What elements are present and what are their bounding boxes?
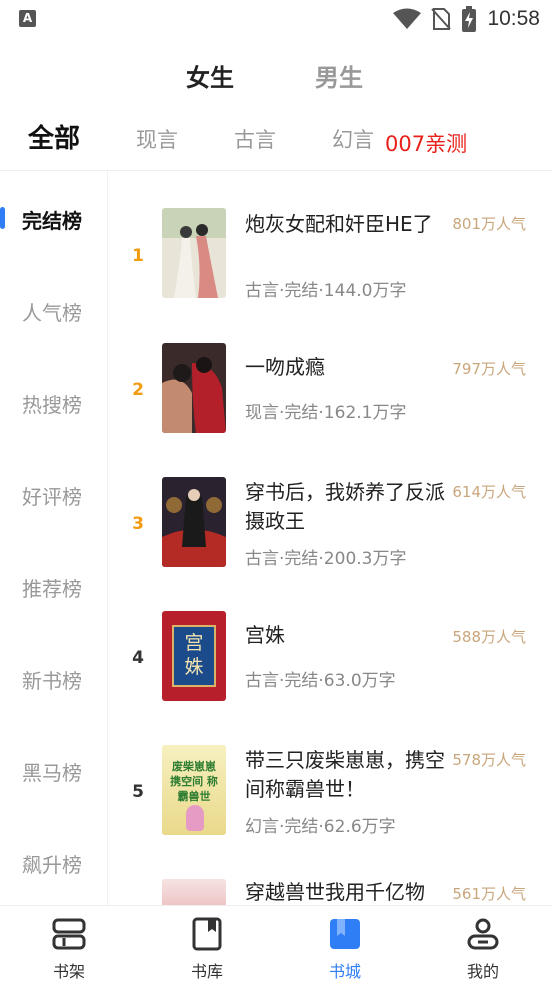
book-cover[interactable]: [162, 477, 226, 567]
tab-male[interactable]: 男生: [315, 58, 363, 93]
book-cover[interactable]: 宫姝: [162, 611, 226, 701]
book-item[interactable]: 5 废柴崽崽 携空间 称霸兽世 带三只废柴崽崽，携空间称霸兽世！ 幻言·完结·6…: [108, 736, 552, 866]
book-cover[interactable]: [162, 879, 226, 905]
book-meta: 幻言·完结·62.6万字: [245, 817, 396, 837]
sidebar-item-label: 飙升榜: [22, 853, 82, 877]
rank-number: 5: [132, 782, 144, 802]
popularity: 614万人气: [452, 483, 526, 501]
watermark-note: 007亲测: [385, 132, 468, 156]
book-title: 炮灰女配和奸臣HE了: [245, 212, 433, 236]
book-item[interactable]: 1 炮灰女配和奸臣HE了 古言·完结·144.0万字 801万人气: [108, 200, 552, 330]
book-title: 带三只废柴崽崽，携空间称霸兽世！: [245, 748, 445, 801]
rank-number: 1: [132, 246, 144, 266]
active-indicator: [0, 207, 5, 229]
nav-bookstore[interactable]: 书城: [305, 906, 385, 983]
popularity: 801万人气: [452, 215, 526, 233]
sidebar-item-popular[interactable]: 人气榜: [0, 289, 108, 329]
nav-profile[interactable]: 我的: [443, 906, 523, 983]
tab-modern-romance[interactable]: 现言: [136, 124, 178, 154]
sidebar-item-label: 热搜榜: [22, 393, 82, 417]
sidebar-item-label: 黑马榜: [22, 761, 82, 785]
rank-number: 2: [132, 380, 144, 400]
book-cover[interactable]: 废柴崽崽 携空间 称霸兽世: [162, 745, 226, 835]
book-meta: 现言·完结·162.1万字: [245, 403, 407, 423]
popularity: 797万人气: [452, 360, 526, 378]
status-bar: A 10:58: [0, 0, 552, 40]
book-cover[interactable]: [162, 208, 226, 298]
cover-title: 废柴崽崽 携空间 称霸兽世: [170, 760, 218, 803]
gender-tabs: 女生 男生: [0, 58, 552, 98]
book-title: 穿越兽世我用千亿物: [245, 880, 425, 904]
sidebar-item-label: 完结榜: [22, 209, 82, 233]
sidebar-item-rising[interactable]: 飙升榜: [0, 841, 108, 881]
tab-all[interactable]: 全部: [28, 118, 80, 155]
wifi-icon: [393, 8, 422, 29]
book-item[interactable]: 穿越兽世我用千亿物 561万人气: [108, 870, 552, 905]
status-icons: 10:58: [393, 6, 540, 32]
tab-female[interactable]: 女生: [186, 58, 234, 93]
app-notification-icon: A: [19, 10, 36, 27]
nav-library[interactable]: 书库: [167, 906, 247, 983]
book-cover[interactable]: [162, 343, 226, 433]
ranking-sidebar: 完结榜 人气榜 热搜榜 好评榜 推荐榜 新书榜 黑马榜 飙升榜: [0, 171, 108, 905]
clock: 10:58: [487, 7, 540, 30]
tab-fantasy-romance[interactable]: 幻言: [332, 124, 374, 154]
book-title: 穿书后，我娇养了反派摄政王: [245, 480, 445, 533]
nav-label: 书架: [52, 962, 85, 981]
rank-number: 4: [132, 648, 144, 668]
nav-label: 书库: [190, 962, 223, 981]
book-item[interactable]: 4 宫姝 宫姝 古言·完结·63.0万字 588万人气: [108, 602, 552, 732]
book-item[interactable]: 2 一吻成瘾 现言·完结·162.1万字 797万人气: [108, 334, 552, 464]
book-item[interactable]: 3 穿书后，我娇养了反派摄政王 古言·完结·200.3万字 614万人气: [108, 468, 552, 598]
popularity: 578万人气: [452, 751, 526, 769]
sidebar-item-dark-horse[interactable]: 黑马榜: [0, 749, 108, 789]
battery-charging-icon: [462, 6, 477, 32]
sidebar-item-label: 新书榜: [22, 669, 82, 693]
sidebar-item-hot-search[interactable]: 热搜榜: [0, 381, 108, 421]
category-tabs: 全部 现言 古言 幻言 007亲测: [0, 118, 552, 158]
sidebar-item-completed[interactable]: 完结榜: [0, 197, 108, 237]
bottom-nav: 书架 书库 书城 我的: [0, 905, 552, 983]
profile-icon: [467, 918, 499, 950]
book-title: 宫姝: [245, 623, 285, 647]
library-icon: [192, 917, 222, 951]
bookshelf-icon: [52, 918, 86, 950]
book-title: 一吻成瘾: [245, 355, 325, 379]
bookstore-icon: [330, 919, 360, 949]
tab-ancient-romance[interactable]: 古言: [234, 124, 276, 154]
cover-title: 宫姝: [184, 632, 204, 678]
nav-label: 书城: [328, 962, 361, 981]
sidebar-item-top-rated[interactable]: 好评榜: [0, 473, 108, 513]
sidebar-item-recommended[interactable]: 推荐榜: [0, 565, 108, 605]
nav-label: 我的: [466, 962, 499, 981]
sidebar-item-new-books[interactable]: 新书榜: [0, 657, 108, 697]
popularity: 588万人气: [452, 628, 526, 646]
book-meta: 古言·完结·63.0万字: [245, 671, 396, 691]
popularity: 561万人气: [452, 885, 526, 903]
rank-number: 3: [132, 514, 144, 534]
book-meta: 古言·完结·144.0万字: [245, 281, 407, 301]
sidebar-item-label: 推荐榜: [22, 577, 82, 601]
sidebar-item-label: 人气榜: [22, 301, 82, 325]
no-sim-icon: [431, 8, 452, 30]
book-meta: 古言·完结·200.3万字: [245, 549, 407, 569]
sidebar-item-label: 好评榜: [22, 485, 82, 509]
nav-bookshelf[interactable]: 书架: [29, 906, 109, 983]
